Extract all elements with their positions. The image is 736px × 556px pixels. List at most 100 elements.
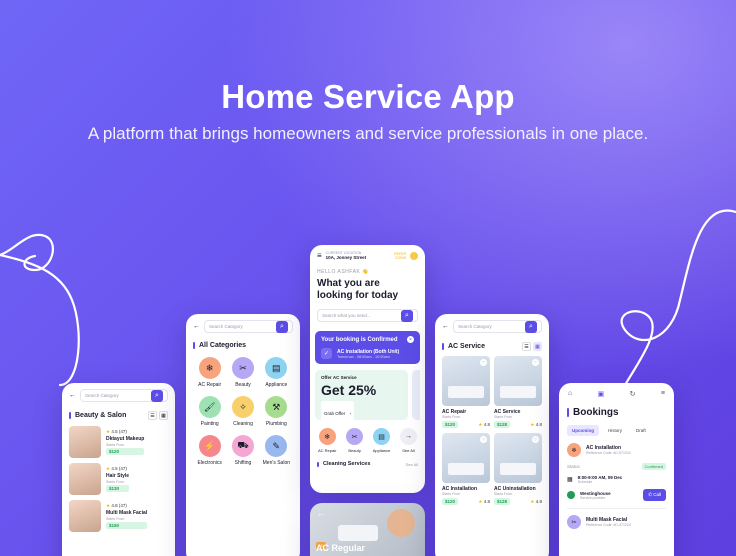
refresh-icon[interactable]: ↻ xyxy=(630,390,636,398)
tab-history[interactable]: History xyxy=(603,425,627,436)
category-shifting[interactable]: ⛟ Shifting xyxy=(226,435,259,466)
star-icon: ★ xyxy=(106,429,111,434)
cleaning-icon: ✧ xyxy=(231,396,254,418)
booking-card[interactable]: ✂ Multi Mask Facial Reference Code: #D-5… xyxy=(567,515,666,529)
menu-icon[interactable]: ≡ xyxy=(317,251,322,260)
offer-card-next[interactable] xyxy=(412,370,420,420)
back-arrow-icon[interactable]: ← xyxy=(69,392,76,399)
search-icon[interactable]: ⌕ xyxy=(525,320,537,333)
service-photo xyxy=(69,426,101,458)
screen-beauty-salon: ← Search Category ⌕ Beauty & Salon ☰ ▦ ★… xyxy=(62,383,175,556)
shifting-icon: ⛟ xyxy=(231,435,254,457)
service-card[interactable]: ♡ AC Uninstallation Starts From $128 ★ 4.8 xyxy=(494,433,542,505)
list-item[interactable]: ★ 4.5 (47) Hair Style Starts From $130 xyxy=(69,463,168,495)
service-photo xyxy=(69,500,101,532)
search-icon[interactable]: ⌕ xyxy=(276,320,288,333)
star-icon: ★ xyxy=(478,421,483,427)
list-view-icon[interactable]: ☰ xyxy=(522,342,531,351)
service-photo: ♡ xyxy=(442,356,490,406)
price-badge: $128 xyxy=(494,498,511,505)
service-card[interactable]: ♡ AC Service Starts From $128 ★ 4.8 xyxy=(494,356,542,428)
heart-icon[interactable]: ♡ xyxy=(480,436,487,443)
category-plumbing[interactable]: ⚒ Plumbing xyxy=(260,396,293,427)
call-button[interactable]: ✆ Call xyxy=(643,489,666,501)
price-badge: $120 xyxy=(106,448,145,455)
category-appliance[interactable]: ▤ Appliance xyxy=(373,428,390,453)
ac-icon: ❄ xyxy=(567,443,581,457)
category-appliance[interactable]: ▤ Appliance xyxy=(260,357,293,388)
close-icon[interactable]: × xyxy=(407,336,414,343)
grab-offer-button[interactable]: Grab Offer › xyxy=(321,401,355,421)
category-beauty[interactable]: ✂ Beauty xyxy=(346,428,364,453)
coin-icon[interactable] xyxy=(410,251,418,260)
section-title: All Categories xyxy=(193,342,293,349)
home-icon[interactable]: ⌂ xyxy=(568,390,572,398)
section-title: Beauty & Salon xyxy=(69,412,126,419)
category-beauty[interactable]: ✂ Beauty xyxy=(226,357,259,388)
category-ac-repair[interactable]: ❄ AC Repair xyxy=(193,357,226,388)
razor-icon: ✎ xyxy=(265,435,288,457)
service-photo: ♡ xyxy=(442,433,490,483)
category-ac-repair[interactable]: ❄ AC Repair xyxy=(318,428,336,453)
screen-ac-regular: ← AC AC Regular xyxy=(310,503,425,556)
heart-icon[interactable]: ♡ xyxy=(532,359,539,366)
provider-logo-icon xyxy=(567,491,575,499)
category-men-s-salon[interactable]: ✎ Men's Salon xyxy=(260,435,293,466)
headline: What you are looking for today xyxy=(317,278,399,301)
tab-upcoming[interactable]: Upcoming xyxy=(567,425,599,436)
screen-all-categories: ← Search Category ⌕ All Categories ❄ AC R… xyxy=(186,314,300,556)
search-input[interactable]: Search what you need... ⌕ xyxy=(317,309,418,322)
service-card[interactable]: ♡ AC Repair Starts From $120 ★ 4.8 xyxy=(442,356,490,428)
ac-unit-photo xyxy=(338,525,378,541)
location-value[interactable]: 10A, Jonney Street xyxy=(326,255,367,260)
list-item[interactable]: ★ 4.8 (47) Multi Mask Facial Starts From $1… xyxy=(69,500,168,532)
category-see-all[interactable]: → See All xyxy=(400,428,417,453)
heart-icon[interactable]: ♡ xyxy=(532,436,539,443)
category-electronics[interactable]: ⚡ Electronics xyxy=(193,435,226,466)
hero-title: Home Service App xyxy=(221,78,515,115)
hero-subtitle: A platform that brings homeowners and se… xyxy=(87,124,649,143)
service-photo xyxy=(69,463,101,495)
star-icon: ★ xyxy=(530,421,535,427)
paint-roller-icon: 🖌 xyxy=(198,396,221,418)
heart-icon[interactable]: ♡ xyxy=(480,359,487,366)
grid-view-icon[interactable]: ▦ xyxy=(533,342,542,351)
search-input[interactable]: Search Category ⌕ xyxy=(80,389,168,402)
technician-photo xyxy=(387,509,415,537)
bookings-tab-icon[interactable]: ▣ xyxy=(598,390,605,398)
see-all-link[interactable]: See All xyxy=(406,462,418,467)
back-arrow-icon[interactable]: ← xyxy=(317,509,325,518)
search-icon[interactable]: ⌕ xyxy=(151,389,163,402)
search-input[interactable]: Search Category ⌕ xyxy=(204,320,293,333)
category-painting[interactable]: 🖌 Painting xyxy=(193,396,226,427)
service-card[interactable]: ♡ AC Installation Starts From $120 ★ 4.8 xyxy=(442,433,490,505)
list-view-icon[interactable]: ☰ xyxy=(148,411,157,420)
search-input[interactable]: Search Category ⌕ xyxy=(453,320,542,333)
beauty-icon: ✂ xyxy=(231,357,254,379)
service-name: Dktayut Makeup xyxy=(106,436,145,442)
back-arrow-icon[interactable]: ← xyxy=(193,323,200,330)
section-title: AC Service xyxy=(442,343,485,350)
list-item[interactable]: ★ 4.5 (47) Dktayut Makeup Starts From $120 xyxy=(69,426,168,458)
offer-card[interactable]: Offer AC Service Get 25% Grab Offer › xyxy=(315,370,408,421)
arrow-right-icon: → xyxy=(400,428,417,445)
menu-icon[interactable]: ≡ xyxy=(661,390,665,398)
service-name: Multi Mask Facial xyxy=(106,510,148,516)
back-arrow-icon[interactable]: ← xyxy=(442,323,449,330)
booking-card[interactable]: ❄ AC Installation Reference Code: #D-571… xyxy=(567,443,666,501)
calendar-check-icon: ✓ xyxy=(321,348,332,359)
tab-draft[interactable]: Draft xyxy=(631,425,651,436)
search-icon[interactable]: ⌕ xyxy=(401,309,413,322)
promo-title: AC Regular xyxy=(316,543,366,553)
ac-icon: ❄ xyxy=(318,428,336,445)
category-cleaning[interactable]: ✧ Cleaning xyxy=(226,396,259,427)
greeting: HELLO ASHFAK 👋 xyxy=(317,269,369,275)
beauty-icon: ✂ xyxy=(567,515,581,529)
price-badge: $130 xyxy=(106,485,130,492)
booking-confirmed-card[interactable]: Your booking is Confirmed × ✓ AC Install… xyxy=(315,331,420,364)
grid-view-icon[interactable]: ▦ xyxy=(159,411,168,420)
price-badge: $128 xyxy=(494,421,511,428)
star-icon: ★ xyxy=(106,503,111,508)
ac-icon: ❄ xyxy=(198,357,221,379)
electronics-icon: ⚡ xyxy=(198,435,221,457)
